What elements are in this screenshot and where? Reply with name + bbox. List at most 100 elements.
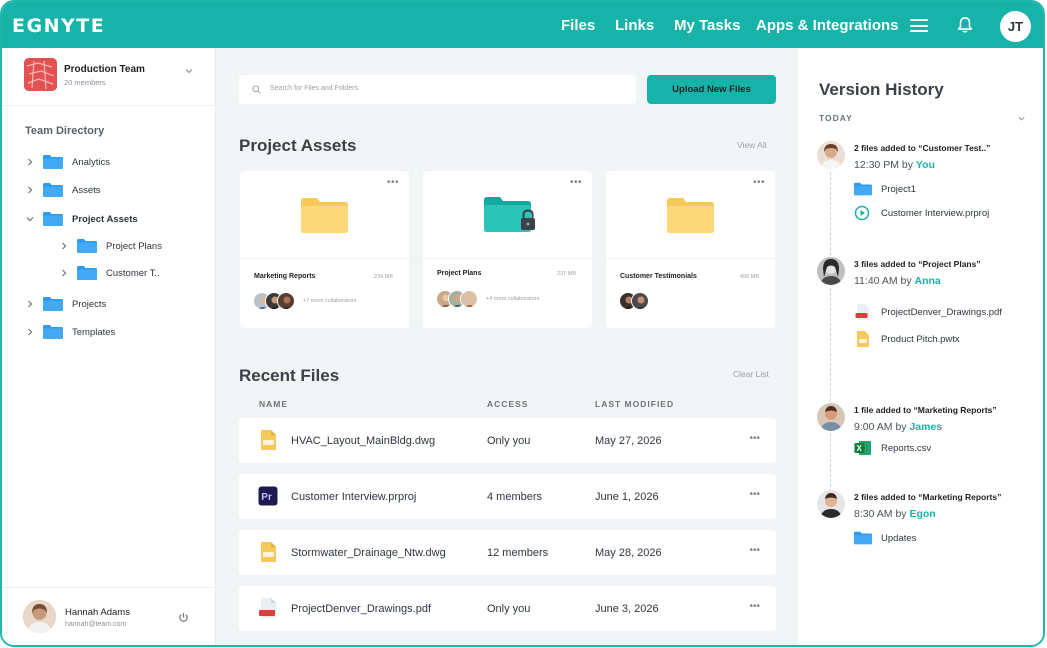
event-file[interactable]: Project1 bbox=[854, 181, 916, 197]
nav-apps-integrations[interactable]: Apps & Integrations bbox=[756, 17, 899, 34]
clear-list-link[interactable]: Clear List bbox=[733, 369, 769, 379]
more-options-icon[interactable]: ••• bbox=[749, 601, 760, 612]
event-user[interactable]: You bbox=[916, 159, 935, 171]
more-options-icon[interactable]: ••• bbox=[753, 177, 765, 188]
event-avatar bbox=[817, 490, 845, 518]
pdf-file-icon bbox=[855, 304, 869, 320]
video-play-icon bbox=[854, 205, 870, 221]
chevron-right-icon[interactable] bbox=[25, 299, 35, 309]
app-window: EGNYTE Files Links My Tasks Apps & Integ… bbox=[0, 0, 1045, 647]
event-title: 2 files added to “Customer Test..” bbox=[854, 143, 991, 153]
card-name: Project Plans bbox=[437, 270, 482, 277]
column-header-access[interactable]: ACCESS bbox=[487, 399, 528, 409]
tree-item-label: Project Plans bbox=[106, 240, 162, 252]
pwtx-file-icon bbox=[857, 331, 869, 347]
power-icon[interactable] bbox=[178, 612, 189, 623]
search-placeholder: Search for Files and Folders bbox=[270, 85, 358, 92]
event-time: 8:30 AM by Egon bbox=[854, 508, 936, 520]
table-row[interactable]: ProjectDenver_Drawings.pdf Only you June… bbox=[239, 586, 776, 631]
chevron-right-icon[interactable] bbox=[25, 157, 35, 167]
table-row[interactable]: Pr Customer Interview.prproj 4 members J… bbox=[239, 474, 776, 519]
tree-item-project-plans[interactable]: Project Plans bbox=[59, 236, 162, 256]
file-access: Only you bbox=[487, 603, 531, 615]
tree-item-label: Analytics bbox=[72, 156, 111, 168]
asset-card-project-plans[interactable]: ••• Project Plans 237 MB +4 more collabo… bbox=[423, 171, 592, 328]
file-modified: May 27, 2026 bbox=[595, 435, 662, 447]
chevron-right-icon[interactable] bbox=[59, 241, 69, 251]
tree-item-label: Project Assets bbox=[72, 213, 138, 225]
collaborator-avatar bbox=[460, 290, 478, 308]
folder-icon bbox=[43, 325, 63, 339]
svg-text:X: X bbox=[857, 444, 863, 453]
view-all-link[interactable]: View All bbox=[737, 140, 767, 150]
search-input[interactable]: Search for Files and Folders bbox=[239, 75, 636, 104]
collaborator-avatar bbox=[631, 292, 649, 310]
event-time: 12:30 PM by You bbox=[854, 159, 935, 171]
hamburger-menu-icon[interactable] bbox=[910, 19, 928, 32]
table-row[interactable]: Stormwater_Drainage_Ntw.dwg 12 members M… bbox=[239, 530, 776, 575]
team-directory-title: Team Directory bbox=[25, 125, 105, 137]
bell-icon[interactable] bbox=[956, 16, 974, 34]
team-switcher[interactable]: Production Team 20 members bbox=[2, 48, 216, 106]
folder-icon bbox=[77, 239, 97, 253]
more-options-icon[interactable]: ••• bbox=[570, 177, 582, 188]
more-options-icon[interactable]: ••• bbox=[387, 177, 399, 188]
pdf-file-icon bbox=[259, 598, 276, 618]
tree-item-project-assets[interactable]: Project Assets bbox=[25, 209, 138, 229]
column-header-name[interactable]: NAME bbox=[259, 399, 288, 409]
chevron-down-icon[interactable] bbox=[25, 214, 35, 224]
event-user[interactable]: Egon bbox=[909, 508, 935, 520]
user-avatar[interactable] bbox=[23, 600, 56, 633]
nav-links[interactable]: Links bbox=[615, 17, 654, 34]
file-name: HVAC_Layout_MainBldg.dwg bbox=[291, 435, 436, 447]
file-access: 4 members bbox=[487, 491, 543, 503]
top-bar: EGNYTE Files Links My Tasks Apps & Integ… bbox=[2, 2, 1043, 48]
premiere-file-icon: Pr bbox=[258, 486, 278, 506]
file-modified: June 3, 2026 bbox=[595, 603, 659, 615]
folder-icon bbox=[301, 198, 348, 233]
event-user[interactable]: Anna bbox=[915, 275, 941, 287]
file-name: ProjectDenver_Drawings.pdf bbox=[291, 603, 432, 615]
user-avatar-button[interactable]: JT bbox=[1000, 11, 1031, 42]
folder-icon bbox=[43, 155, 63, 169]
tree-item-templates[interactable]: Templates bbox=[25, 322, 115, 342]
event-file[interactable]: X Reports.csv bbox=[854, 440, 931, 456]
event-file[interactable]: Updates bbox=[854, 530, 916, 546]
chevron-down-icon[interactable] bbox=[184, 66, 194, 76]
nav-files[interactable]: Files bbox=[561, 17, 595, 34]
folder-icon bbox=[43, 183, 63, 197]
event-time: 9:00 AM by James bbox=[854, 421, 943, 433]
more-options-icon[interactable]: ••• bbox=[749, 545, 760, 556]
egnyte-logo[interactable]: EGNYTE bbox=[12, 15, 105, 37]
event-title: 3 files added to “Project Plans” bbox=[854, 259, 981, 269]
card-name: Customer Testimonials bbox=[620, 273, 697, 280]
asset-card-marketing-reports[interactable]: ••• Marketing Reports 234 MB +7 more col… bbox=[240, 171, 409, 328]
event-file[interactable]: Customer Interview.prproj bbox=[854, 205, 989, 221]
team-name: Production Team bbox=[64, 64, 145, 75]
collaborators: +7 more collaborators bbox=[253, 292, 356, 310]
team-members-count: 20 members bbox=[64, 78, 106, 87]
more-options-icon[interactable]: ••• bbox=[749, 489, 760, 500]
tree-item-projects[interactable]: Projects bbox=[25, 294, 106, 314]
upload-new-files-button[interactable]: Upload New Files bbox=[647, 75, 776, 104]
asset-card-customer-testimonials[interactable]: ••• Customer Testimonials 456 MB bbox=[606, 171, 775, 328]
more-options-icon[interactable]: ••• bbox=[749, 433, 760, 444]
card-size: 237 MB bbox=[557, 271, 576, 277]
chevron-right-icon[interactable] bbox=[59, 268, 69, 278]
search-icon bbox=[252, 85, 261, 94]
table-row[interactable]: HVAC_Layout_MainBldg.dwg Only you May 27… bbox=[239, 418, 776, 463]
tree-item-customer-testimonials[interactable]: Customer T.. bbox=[59, 263, 160, 283]
column-header-last-modified[interactable]: LAST MODIFIED bbox=[595, 399, 674, 409]
nav-my-tasks[interactable]: My Tasks bbox=[674, 17, 740, 34]
chevron-right-icon[interactable] bbox=[25, 185, 35, 195]
event-file[interactable]: ProjectDenver_Drawings.pdf bbox=[854, 304, 1002, 320]
tree-item-analytics[interactable]: Analytics bbox=[25, 152, 110, 172]
event-user[interactable]: James bbox=[909, 421, 942, 433]
event-file[interactable]: Product Pitch.pwtx bbox=[854, 331, 960, 347]
chevron-right-icon[interactable] bbox=[25, 327, 35, 337]
version-history-panel: Version History TODAY 2 files added to “… bbox=[798, 48, 1043, 645]
file-name: Stormwater_Drainage_Ntw.dwg bbox=[291, 547, 446, 559]
collaborators: +4 more collaborators bbox=[436, 290, 539, 308]
tree-item-assets[interactable]: Assets bbox=[25, 180, 101, 200]
chevron-down-icon[interactable] bbox=[1017, 114, 1026, 123]
